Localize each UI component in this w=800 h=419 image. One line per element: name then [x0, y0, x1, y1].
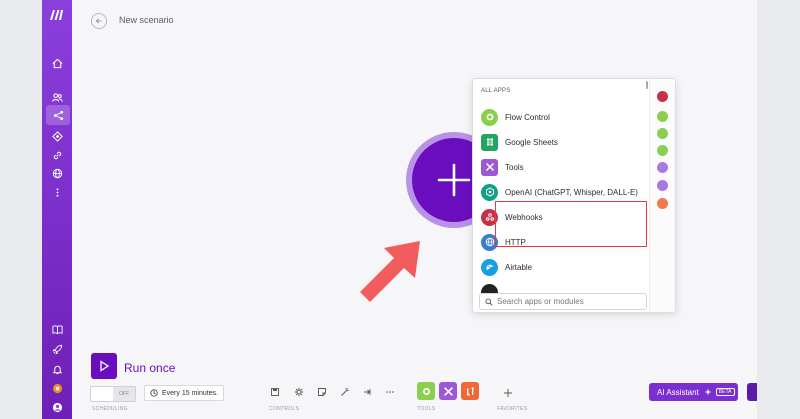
- globe-icon[interactable]: [48, 164, 66, 182]
- templates-icon[interactable]: [48, 127, 66, 145]
- home-icon[interactable]: [48, 54, 66, 72]
- back-button[interactable]: [91, 13, 107, 29]
- plus-icon: [437, 163, 471, 197]
- panel-heading: ALL APPS: [481, 88, 511, 94]
- schedule-interval-button[interactable]: Every 15 minutes.: [144, 385, 225, 401]
- bell-icon[interactable]: [48, 360, 66, 378]
- add-favorite-button[interactable]: [501, 386, 515, 400]
- ellipsis-icon: [386, 391, 394, 393]
- sidebar: [42, 0, 72, 419]
- connections-icon[interactable]: [48, 146, 66, 164]
- flow-button[interactable]: [361, 385, 375, 399]
- highlight-box: [495, 201, 647, 247]
- scheduling-section-label: SCHEDULING: [92, 406, 128, 412]
- scenarios-icon[interactable]: [46, 105, 70, 125]
- clock-category-icon[interactable]: [657, 162, 668, 173]
- app-item-tools[interactable]: Tools: [481, 156, 524, 178]
- scrollbar-thumb[interactable]: [646, 81, 648, 89]
- tools-section-label: TOOLS: [417, 406, 436, 412]
- app-item-openai[interactable]: OpenAI (ChatGPT, Whisper, DALL-E): [481, 181, 638, 203]
- category-rail: [649, 79, 675, 312]
- app-item-airtable[interactable]: Airtable: [481, 256, 532, 278]
- search-input[interactable]: [497, 297, 637, 306]
- favorites-section-label: FAVORITES: [497, 406, 528, 412]
- app-window: New scenario ALL APPS Flow Control Googl…: [42, 0, 757, 419]
- tools-icon: [481, 158, 498, 176]
- scenario-canvas[interactable]: New scenario ALL APPS Flow Control Googl…: [72, 0, 757, 419]
- gear-icon: [481, 108, 498, 126]
- tools-tile[interactable]: [439, 382, 457, 400]
- app-item-flow-control[interactable]: Flow Control: [481, 106, 550, 128]
- ai-assistant-button[interactable]: AI Assistant BETA: [649, 383, 738, 401]
- controls-section-label: CONTROLS: [269, 406, 300, 412]
- gear-icon: [294, 387, 304, 397]
- org-avatar-icon[interactable]: [48, 379, 66, 397]
- ai-assistant-label: AI Assistant: [657, 387, 699, 397]
- flow-arrow-icon: [364, 389, 371, 395]
- app-picker-panel: ALL APPS Flow Control Google Sheets Tool…: [472, 78, 676, 313]
- pointer-arrow-left: [360, 241, 420, 302]
- calendar-category-icon[interactable]: [657, 180, 668, 191]
- app-item-label: Flow Control: [505, 112, 550, 122]
- rocket-icon[interactable]: [48, 340, 66, 358]
- arrow-left-icon: [95, 18, 102, 24]
- text-category-icon[interactable]: [657, 198, 668, 209]
- app-item-label: Google Sheets: [505, 137, 558, 147]
- play-icon: [100, 360, 110, 372]
- notes-button[interactable]: [315, 385, 329, 399]
- magic-wand-icon: [341, 388, 349, 396]
- help-button[interactable]: [747, 383, 757, 401]
- scenario-category-icon[interactable]: [657, 111, 668, 122]
- save-button[interactable]: [268, 385, 282, 399]
- more-icon[interactable]: [48, 183, 66, 201]
- beta-badge: BETA: [715, 388, 735, 396]
- tools-icon: [443, 386, 453, 396]
- more-controls-button[interactable]: [383, 385, 397, 399]
- team-icon[interactable]: [48, 88, 66, 106]
- docs-book-icon[interactable]: [48, 320, 66, 338]
- gear-icon: [422, 387, 430, 395]
- plus-icon: [504, 389, 512, 397]
- sparkle-icon: [704, 388, 712, 396]
- save-icon: [271, 388, 279, 396]
- note-icon: [318, 388, 326, 396]
- auto-align-button[interactable]: [338, 385, 352, 399]
- app-item-label: OpenAI (ChatGPT, Whisper, DALL-E): [505, 187, 638, 197]
- app-item-google-sheets[interactable]: Google Sheets: [481, 131, 558, 153]
- openai-icon: [481, 183, 498, 201]
- toggle-state: OFF: [113, 387, 135, 401]
- router-category-icon[interactable]: [657, 145, 668, 156]
- flow-control-tile[interactable]: [417, 382, 435, 400]
- app-item-label: Tools: [505, 162, 524, 172]
- webhooks-category-icon[interactable]: [657, 91, 668, 102]
- flow-category-icon[interactable]: [657, 128, 668, 139]
- scheduling-toggle[interactable]: OFF: [90, 386, 136, 402]
- run-once-label[interactable]: Run once: [124, 361, 175, 375]
- schedule-interval-text: Every 15 minutes.: [162, 389, 219, 397]
- scenario-title[interactable]: New scenario: [119, 15, 174, 25]
- sheets-icon: [481, 133, 498, 151]
- text-parser-icon: [466, 387, 474, 395]
- search-icon: [485, 297, 493, 306]
- text-parser-tile[interactable]: [461, 382, 479, 400]
- app-item-label: Airtable: [505, 262, 533, 272]
- user-avatar[interactable]: [48, 398, 66, 416]
- app-search[interactable]: [479, 293, 647, 310]
- run-once-button[interactable]: [91, 353, 117, 379]
- clock-icon: [150, 389, 158, 397]
- make-logo[interactable]: [49, 8, 64, 24]
- settings-button[interactable]: [292, 385, 306, 399]
- airtable-icon: [481, 258, 498, 276]
